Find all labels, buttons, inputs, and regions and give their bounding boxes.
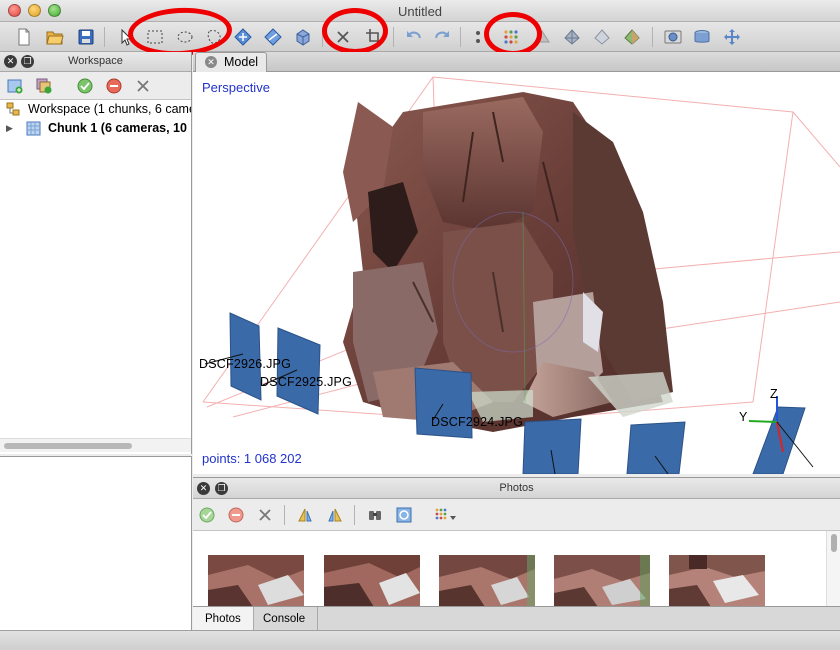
tab-model-label: Model <box>224 55 259 69</box>
rotate-icon[interactable] <box>262 26 284 48</box>
tab-console[interactable]: Console <box>251 607 319 630</box>
photo-thumbnail[interactable] <box>208 555 304 606</box>
crop-selection-icon[interactable] <box>363 26 385 48</box>
axis-label-y: Y <box>739 410 748 424</box>
textured-icon[interactable] <box>621 26 643 48</box>
move-icon[interactable] <box>721 26 743 48</box>
window-title: Untitled <box>397 4 443 19</box>
app-window: Untitled ✕ ❐ Workspace Workspace (1 chun… <box>0 0 840 650</box>
photo-thumbnail[interactable] <box>439 555 535 606</box>
workspace-toolbar <box>0 72 191 100</box>
workspace-panel-header: ✕ ❐ Workspace <box>0 52 191 72</box>
workspace-tree: Workspace (1 chunks, 6 cameras) ▶ Chunk … <box>0 100 191 138</box>
photos-grid <box>193 531 840 606</box>
check-icon[interactable] <box>75 76 95 96</box>
vertical-scrollbar[interactable] <box>826 531 840 606</box>
camera-plane[interactable] <box>276 327 321 415</box>
workspace-panel: ✕ ❐ Workspace Workspace (1 chunks, 6 cam… <box>0 52 192 454</box>
delete-selection-icon[interactable] <box>332 26 354 48</box>
tree-item-label: Workspace (1 chunks, 6 cameras) <box>28 102 191 116</box>
points-count-label: points: 1 068 202 <box>202 451 302 466</box>
point-cloud-model <box>343 92 673 432</box>
camera-plane[interactable] <box>626 421 686 474</box>
open-icon[interactable] <box>44 26 66 48</box>
axis-label-z: Z <box>770 387 778 401</box>
point-cloud-icon[interactable] <box>500 26 522 48</box>
region-icon[interactable] <box>691 26 713 48</box>
view-mode-dropdown-icon[interactable] <box>431 505 461 525</box>
photo-thumbnail[interactable] <box>324 555 420 606</box>
new-icon[interactable] <box>13 26 35 48</box>
reset-filter-icon[interactable] <box>394 505 414 525</box>
scrollbar-thumb[interactable] <box>831 534 837 552</box>
expand-arrow-icon[interactable]: ▶ <box>6 123 13 134</box>
camera-label: DSCF2925.JPG <box>260 375 353 389</box>
add-photos-icon[interactable] <box>34 76 54 96</box>
camera-plane[interactable] <box>522 418 582 474</box>
photos-panel-header: ✕ ❐ Photos <box>193 477 840 499</box>
add-chunk-icon[interactable] <box>5 76 25 96</box>
shaded-icon[interactable] <box>591 26 613 48</box>
photo-thumbnail[interactable] <box>554 555 650 606</box>
photo-thumbnail[interactable] <box>669 555 765 606</box>
reset-view-icon[interactable] <box>232 26 254 48</box>
horizontal-scrollbar[interactable] <box>0 438 191 452</box>
navigation-icon[interactable] <box>115 26 137 48</box>
object-icon[interactable] <box>292 26 314 48</box>
disable-icon[interactable] <box>104 76 124 96</box>
remove-icon[interactable] <box>133 76 153 96</box>
circle-selection-icon[interactable] <box>174 26 196 48</box>
photos-toolbar <box>193 499 840 531</box>
model-tab-bar: ✕ Model <box>193 52 840 72</box>
solid-icon[interactable] <box>531 26 553 48</box>
free-form-selection-icon[interactable] <box>204 26 226 48</box>
workspace-icon <box>6 102 20 116</box>
camera-plane[interactable] <box>752 406 806 474</box>
title-bar: Untitled <box>0 0 840 22</box>
filter-icon[interactable] <box>365 505 385 525</box>
redo-icon[interactable] <box>431 26 453 48</box>
undo-icon[interactable] <box>403 26 425 48</box>
tab-photos[interactable]: Photos <box>193 607 254 630</box>
tab-model[interactable]: ✕ Model <box>195 52 267 72</box>
save-icon[interactable] <box>75 26 97 48</box>
enable-camera-icon[interactable] <box>197 505 217 525</box>
chunk-icon <box>26 121 41 136</box>
model-viewport[interactable]: Perspective points: 1 068 202 DSCF2926.J… <box>193 72 840 474</box>
main-toolbar <box>0 5 840 59</box>
close-tab-icon[interactable]: ✕ <box>205 56 217 68</box>
bottom-tab-bar: Photos Console <box>193 606 840 630</box>
camera-label: DSCF2924.JPG <box>431 415 524 429</box>
empty-panel-area <box>0 456 192 630</box>
rotate-right-icon[interactable] <box>325 505 345 525</box>
photos-panel-title: Photos <box>499 482 534 494</box>
capture-view-icon[interactable] <box>662 26 684 48</box>
rectangle-selection-icon[interactable] <box>144 26 166 48</box>
camera-label: DSCF2926.JPG <box>199 357 292 371</box>
remove-camera-icon[interactable] <box>255 505 275 525</box>
tree-item-workspace[interactable]: Workspace (1 chunks, 6 cameras) <box>0 100 191 119</box>
view-mode-label: Perspective <box>202 80 270 95</box>
show-cameras-icon[interactable] <box>470 26 492 48</box>
wireframe-icon[interactable] <box>561 26 583 48</box>
rotate-left-icon[interactable] <box>295 505 315 525</box>
workspace-panel-title: Workspace <box>68 55 123 67</box>
tree-item-chunk[interactable]: ▶ Chunk 1 (6 cameras, 10 <box>0 119 191 138</box>
disable-camera-icon[interactable] <box>226 505 246 525</box>
scrollbar-thumb[interactable] <box>4 443 132 449</box>
tree-item-label: Chunk 1 (6 cameras, 10 <box>48 121 187 135</box>
status-bar <box>0 630 840 650</box>
